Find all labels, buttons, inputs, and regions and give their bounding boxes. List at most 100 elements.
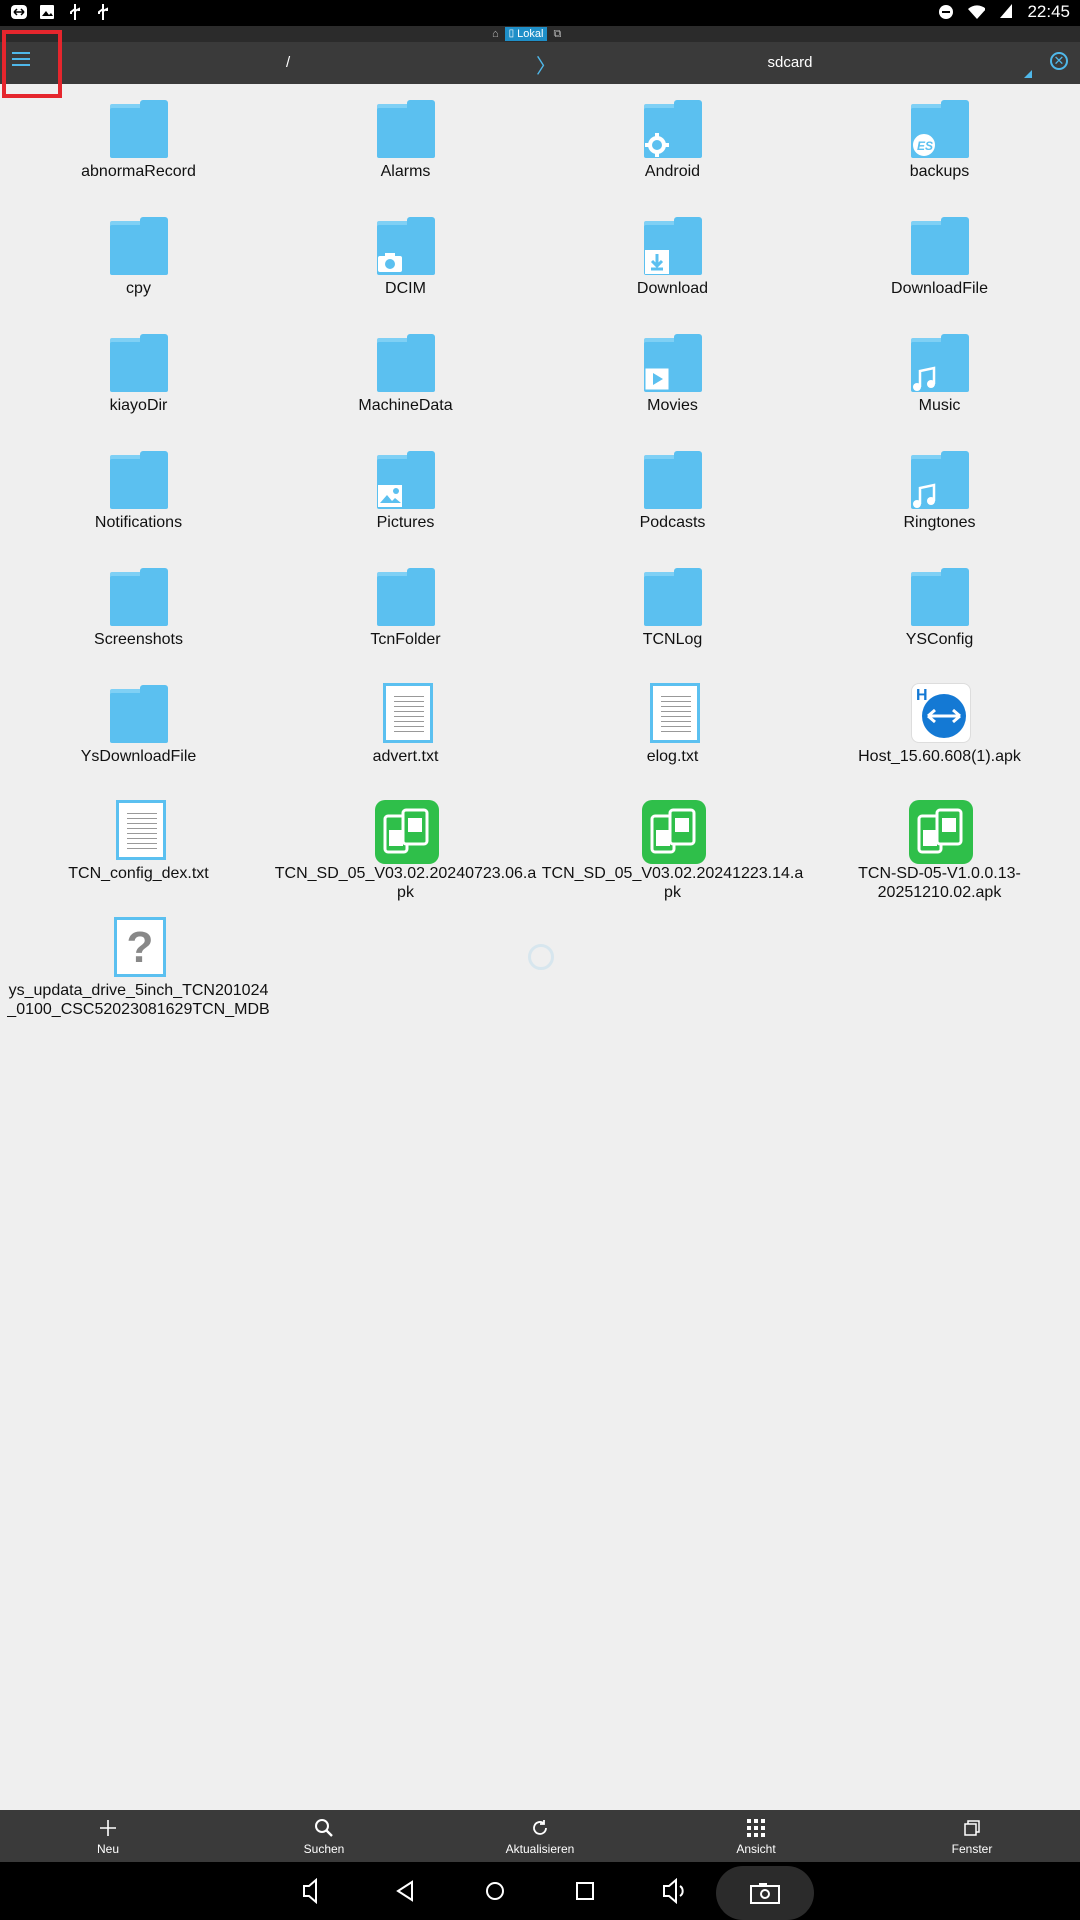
new-label: Neu xyxy=(96,1842,119,1856)
file-item[interactable]: TCN-SD-05-V1.0.0.13-20251210.02.apk xyxy=(806,792,1073,909)
search-label: Suchen xyxy=(303,1842,345,1856)
folder-item[interactable]: Ringtones xyxy=(806,441,1073,558)
network-icon[interactable]: ⧉ xyxy=(553,28,561,41)
folder-icon xyxy=(108,566,170,628)
folder-item[interactable]: Android xyxy=(539,90,806,207)
folder-item[interactable]: kiayoDir xyxy=(5,324,272,441)
folder-icon xyxy=(909,332,971,394)
path-bar: / 〉 sdcard ✕ xyxy=(0,42,1080,84)
folder-item[interactable]: Pictures xyxy=(272,441,539,558)
breadcrumb-current[interactable]: sdcard xyxy=(760,54,820,71)
item-label: Podcasts xyxy=(639,514,706,531)
folder-item[interactable]: Screenshots xyxy=(5,558,272,675)
folder-item[interactable]: Podcasts xyxy=(539,441,806,558)
text-file-icon xyxy=(642,683,704,745)
status-bar: 22:45 xyxy=(0,0,1080,26)
item-label: TcnFolder xyxy=(370,631,441,648)
do-not-disturb-icon xyxy=(937,3,955,21)
wifi-icon xyxy=(967,3,986,21)
folder-icon xyxy=(108,332,170,394)
music-note-icon xyxy=(909,481,939,511)
folder-icon xyxy=(642,215,704,277)
item-label: DCIM xyxy=(385,280,426,297)
search-icon xyxy=(216,1816,432,1840)
recents-icon[interactable] xyxy=(570,1876,600,1906)
window-button[interactable]: Fenster xyxy=(864,1810,1080,1862)
location-tab-lokal[interactable]: ▯ Lokal xyxy=(504,27,548,41)
apk-icon xyxy=(375,800,439,864)
apk-icon xyxy=(642,800,706,864)
text-file-icon xyxy=(108,800,170,862)
folder-item[interactable]: abnormaRecord xyxy=(5,90,272,207)
file-item[interactable]: elog.txt xyxy=(539,675,806,792)
item-label: backups xyxy=(909,163,970,180)
item-label: elog.txt xyxy=(646,748,699,765)
folder-icon xyxy=(375,98,437,160)
play-icon xyxy=(642,364,672,394)
windows-icon xyxy=(864,1816,1080,1840)
camera-icon xyxy=(375,247,405,277)
search-button[interactable]: Suchen xyxy=(216,1810,432,1862)
folder-icon xyxy=(375,449,437,511)
folder-item[interactable]: Movies xyxy=(539,324,806,441)
teamviewer-icon xyxy=(10,3,28,21)
file-item[interactable]: TCN_SD_05_V03.02.20240723.06.apk xyxy=(272,792,539,909)
file-item[interactable]: TCN_config_dex.txt xyxy=(5,792,272,909)
breadcrumb-root[interactable]: / xyxy=(286,54,290,71)
item-label: Notifications xyxy=(94,514,183,531)
refresh-button[interactable]: Aktualisieren xyxy=(432,1810,648,1862)
folder-item[interactable]: DownloadFile xyxy=(806,207,1073,324)
item-label: Alarms xyxy=(380,163,431,180)
location-label: Lokal xyxy=(517,28,544,40)
folder-item[interactable]: ES backups xyxy=(806,90,1073,207)
folder-item[interactable]: DCIM xyxy=(272,207,539,324)
item-label: Movies xyxy=(647,397,698,414)
back-icon[interactable] xyxy=(390,1876,420,1906)
view-button[interactable]: Ansicht xyxy=(648,1810,864,1862)
gear-icon xyxy=(642,130,672,160)
svg-text:ES: ES xyxy=(917,139,933,153)
screenshot-button[interactable] xyxy=(716,1866,814,1920)
volume-up-icon[interactable] xyxy=(660,1876,690,1906)
item-label: Download xyxy=(636,280,709,297)
dropdown-corner-icon[interactable] xyxy=(1024,70,1032,78)
picture-icon xyxy=(375,481,405,511)
folder-icon xyxy=(375,332,437,394)
folder-item[interactable]: TcnFolder xyxy=(272,558,539,675)
file-item[interactable]: ? ys_updata_drive_5inch_TCN201024_0100_CS… xyxy=(5,909,272,1026)
file-item[interactable]: TCN_SD_05_V03.02.20241223.14.apk xyxy=(539,792,806,909)
file-item[interactable]: advert.txt xyxy=(272,675,539,792)
item-label: MachineData xyxy=(358,397,453,414)
item-label: cpy xyxy=(126,280,151,297)
folder-icon xyxy=(108,449,170,511)
file-item[interactable]: H Host_15.60.608(1).apk xyxy=(806,675,1073,792)
home-icon[interactable]: ⌂ xyxy=(492,28,499,40)
folder-item[interactable]: TCNLog xyxy=(539,558,806,675)
new-button[interactable]: Neu xyxy=(0,1810,216,1862)
folder-icon xyxy=(375,215,437,277)
item-label: YsDownloadFile xyxy=(80,748,197,765)
camera-icon xyxy=(750,1883,780,1904)
folder-item[interactable]: Download xyxy=(539,207,806,324)
folder-icon xyxy=(108,215,170,277)
highlight-box xyxy=(2,30,62,98)
volume-down-icon[interactable] xyxy=(298,1876,328,1906)
item-label: ys_updata_drive_5inch_TCN201024_0100_CSC… xyxy=(7,982,270,1018)
plus-icon xyxy=(0,1816,216,1840)
folder-item[interactable]: MachineData xyxy=(272,324,539,441)
folder-item[interactable]: YsDownloadFile xyxy=(5,675,272,792)
folder-item[interactable]: cpy xyxy=(5,207,272,324)
folder-item[interactable]: Music xyxy=(806,324,1073,441)
item-label: Host_15.60.608(1).apk xyxy=(858,748,1021,765)
folder-item[interactable]: YSConfig xyxy=(806,558,1073,675)
folder-icon xyxy=(108,98,170,160)
item-label: Pictures xyxy=(376,514,435,531)
home-button-icon[interactable] xyxy=(480,1876,510,1906)
grid-icon xyxy=(648,1816,864,1840)
folder-item[interactable]: Notifications xyxy=(5,441,272,558)
close-icon[interactable]: ✕ xyxy=(1050,52,1068,70)
folder-item[interactable]: Alarms xyxy=(272,90,539,207)
item-label: Screenshots xyxy=(94,631,183,648)
folder-icon: ES xyxy=(909,98,971,160)
folder-icon xyxy=(909,449,971,511)
